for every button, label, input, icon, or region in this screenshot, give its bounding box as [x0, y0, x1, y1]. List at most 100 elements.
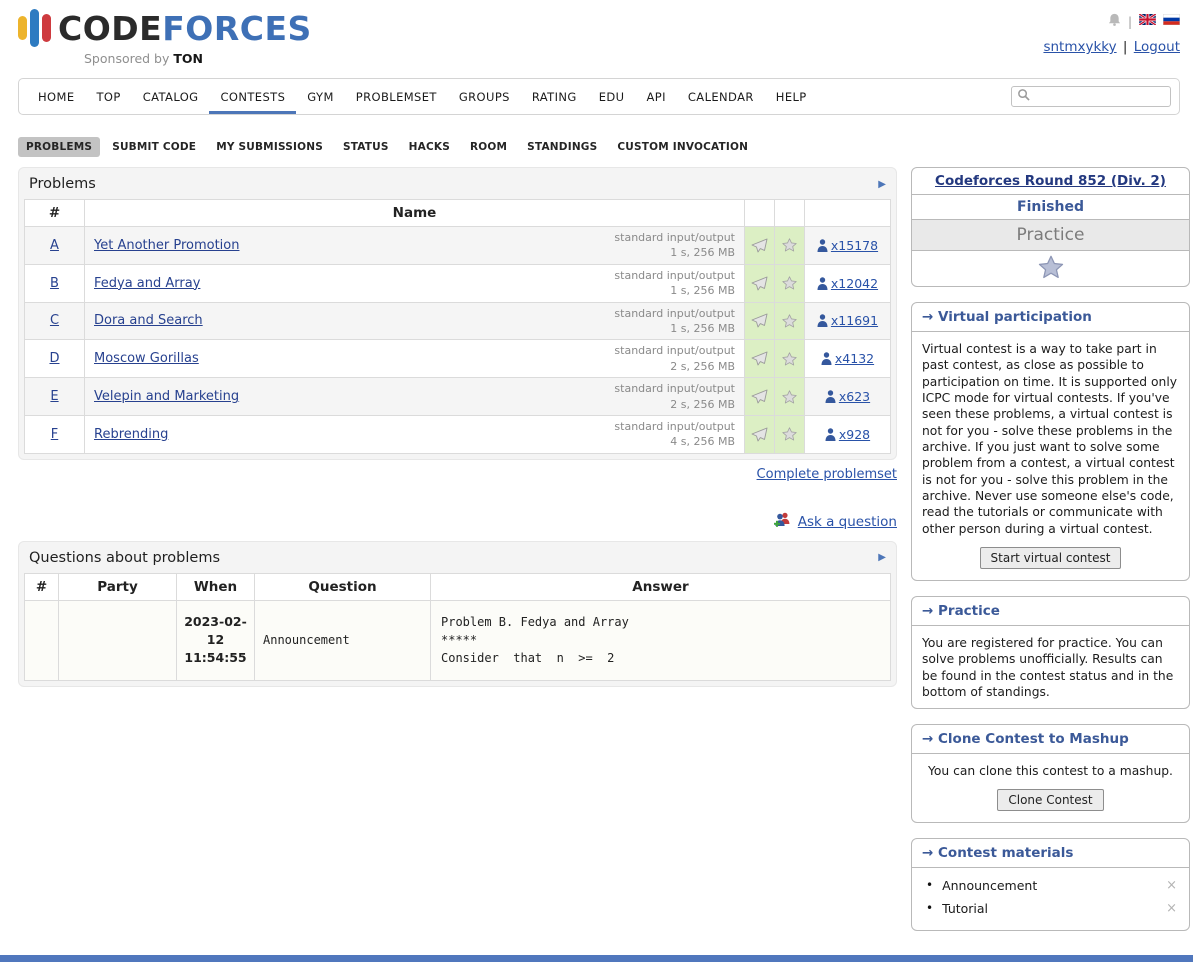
clone-mashup-title: → Clone Contest to Mashup	[912, 725, 1189, 754]
paper-plane-icon[interactable]	[751, 276, 768, 291]
nav-item-api[interactable]: API	[635, 79, 676, 114]
solved-count-link[interactable]: x15178	[831, 238, 878, 253]
col-header-empty	[775, 200, 805, 227]
flag-ru-icon[interactable]	[1163, 14, 1180, 29]
question-number-cell	[25, 600, 59, 680]
col-header-when: When	[177, 573, 255, 600]
problem-letter-link[interactable]: C	[50, 313, 59, 328]
search-input[interactable]	[1034, 89, 1165, 105]
question-date: 2023-02-12	[181, 613, 250, 649]
problem-name-cell: Velepin and Marketing standard input/out…	[85, 378, 745, 416]
username-link[interactable]: sntmxykky	[1043, 39, 1116, 55]
problem-letter-link[interactable]: B	[50, 276, 59, 291]
start-virtual-contest-button[interactable]: Start virtual contest	[980, 547, 1122, 569]
solved-count-cell: x15178	[805, 227, 891, 265]
sub-item-status[interactable]: STATUS	[335, 137, 397, 157]
nav-item-groups[interactable]: GROUPS	[448, 79, 521, 114]
star-icon[interactable]	[782, 313, 797, 328]
logout-link[interactable]: Logout	[1134, 39, 1180, 55]
nav-item-edu[interactable]: EDU	[588, 79, 636, 114]
problem-letter-link[interactable]: F	[51, 427, 58, 442]
problems-tbody: A Yet Another Promotion standard input/o…	[25, 227, 891, 454]
solved-count-link[interactable]: x12042	[831, 276, 878, 291]
sponsored-prefix: Sponsored by	[84, 51, 169, 66]
problem-limits: standard input/output1 s, 256 MB	[614, 268, 735, 299]
problem-name-link[interactable]: Fedya and Array	[94, 276, 200, 291]
problem-name-link[interactable]: Rebrending	[94, 427, 168, 442]
col-header-empty	[745, 200, 775, 227]
problem-letter-link[interactable]: A	[50, 238, 59, 253]
complete-problemset-link[interactable]: Complete problemset	[757, 467, 897, 482]
star-icon[interactable]	[782, 238, 797, 253]
clone-contest-button[interactable]: Clone Contest	[997, 789, 1103, 811]
header-right: | sntmxykky | Logout	[1043, 8, 1180, 55]
nav-item-catalog[interactable]: CATALOG	[132, 79, 210, 114]
codeforces-logo[interactable]: CODEFORCES Sponsored by TON	[18, 8, 312, 66]
sub-item-room[interactable]: ROOM	[462, 137, 515, 157]
paper-plane-icon[interactable]	[751, 313, 768, 328]
practice-title: → Practice	[912, 597, 1189, 626]
expand-arrow-icon[interactable]: ▶	[878, 179, 886, 190]
paper-plane-icon[interactable]	[751, 351, 768, 366]
solved-count-link[interactable]: x4132	[835, 351, 874, 366]
paper-plane-icon[interactable]	[751, 238, 768, 253]
solved-count-link[interactable]: x928	[839, 427, 870, 442]
problem-name-cell: Dora and Search standard input/output1 s…	[85, 302, 745, 340]
problem-letter-link[interactable]: E	[50, 389, 58, 404]
sub-item-standings[interactable]: STANDINGS	[519, 137, 605, 157]
problem-name-link[interactable]: Velepin and Marketing	[94, 389, 239, 404]
ask-question-link[interactable]: Ask a question	[798, 514, 897, 530]
nav-item-home[interactable]: HOME	[27, 79, 86, 114]
nav-item-gym[interactable]: GYM	[296, 79, 345, 114]
flag-en-icon[interactable]	[1139, 14, 1156, 29]
favorite-star-icon[interactable]	[1038, 268, 1064, 283]
star-icon[interactable]	[782, 389, 797, 404]
search-box[interactable]	[1011, 86, 1171, 107]
problem-letter-cell: E	[25, 378, 85, 416]
answer-line: Problem B. Fedya and Array	[441, 613, 880, 631]
problem-limits: standard input/output1 s, 256 MB	[614, 230, 735, 261]
solved-count-cell: x12042	[805, 264, 891, 302]
submit-cell	[745, 340, 775, 378]
bullet-icon: •	[926, 901, 933, 915]
logo-text-accent: FORCES	[162, 9, 312, 48]
bell-icon[interactable]	[1108, 12, 1121, 31]
expand-arrow-icon[interactable]: ▶	[878, 552, 886, 563]
nav-item-rating[interactable]: RATING	[521, 79, 588, 114]
solved-count-link[interactable]: x623	[839, 389, 870, 404]
sub-item-hacks[interactable]: HACKS	[401, 137, 458, 157]
sub-item-submit-code[interactable]: SUBMIT CODE	[104, 137, 204, 157]
logo-bar-red	[42, 14, 51, 42]
nav-item-calendar[interactable]: CALENDAR	[677, 79, 765, 114]
content: Problems ▶ # Name A	[0, 167, 1193, 946]
star-icon[interactable]	[782, 276, 797, 291]
paper-plane-icon[interactable]	[751, 389, 768, 404]
favorite-cell	[775, 302, 805, 340]
virtual-participation-box: → Virtual participation Virtual contest …	[911, 302, 1190, 581]
problem-name-link[interactable]: Dora and Search	[94, 313, 203, 328]
nav-item-contests[interactable]: CONTESTS	[209, 79, 296, 114]
questions-title: Questions about problems	[29, 550, 220, 566]
problem-name-link[interactable]: Yet Another Promotion	[94, 238, 239, 253]
problem-name-link[interactable]: Moscow Gorillas	[94, 351, 199, 366]
sub-item-my-submissions[interactable]: MY SUBMISSIONS	[208, 137, 331, 157]
nav-item-problemset[interactable]: PROBLEMSET	[345, 79, 448, 114]
nav-item-top[interactable]: TOP	[86, 79, 132, 114]
contest-title-link[interactable]: Codeforces Round 852 (Div. 2)	[935, 173, 1166, 189]
remove-icon[interactable]: ×	[1166, 901, 1179, 916]
favorite-cell	[775, 378, 805, 416]
problem-letter-link[interactable]: D	[49, 351, 59, 366]
sub-item-problems[interactable]: PROBLEMS	[18, 137, 100, 157]
material-link[interactable]: Tutorial	[942, 901, 988, 916]
solved-count-link[interactable]: x11691	[831, 313, 878, 328]
submit-cell	[745, 227, 775, 265]
star-icon[interactable]	[782, 427, 797, 442]
nav-item-help[interactable]: HELP	[765, 79, 818, 114]
paper-plane-icon[interactable]	[751, 427, 768, 442]
ask-question-row: Ask a question	[18, 512, 897, 532]
sub-item-custom-invocation[interactable]: CUSTOM INVOCATION	[609, 137, 756, 157]
logo-bar-blue	[30, 9, 39, 47]
remove-icon[interactable]: ×	[1166, 878, 1179, 893]
material-link[interactable]: Announcement	[942, 878, 1037, 893]
star-icon[interactable]	[782, 351, 797, 366]
